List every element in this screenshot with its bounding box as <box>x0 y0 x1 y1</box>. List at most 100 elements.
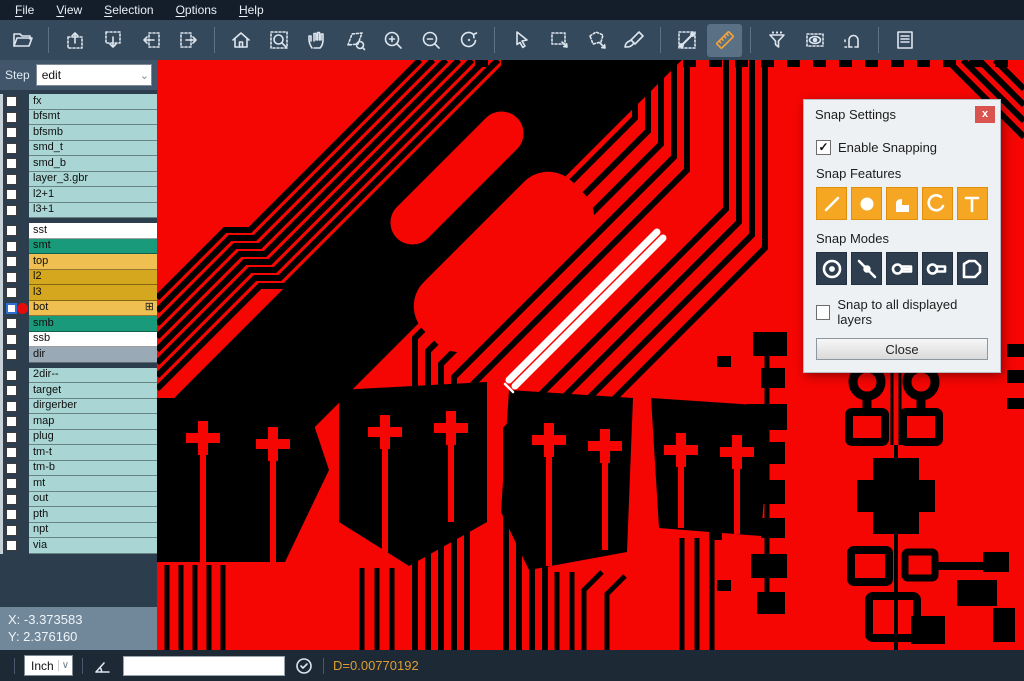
layer-checkbox-l2[interactable] <box>6 272 17 283</box>
layer-item-plug[interactable]: plug <box>29 430 157 446</box>
shift-down-button[interactable] <box>95 24 130 57</box>
layer-item-l3[interactable]: l3 <box>29 285 157 301</box>
layer-item-smd_t[interactable]: smd_t <box>29 141 157 157</box>
zoom-polygon-button[interactable] <box>337 24 372 57</box>
layer-item-mt[interactable]: mt <box>29 476 157 492</box>
menu-file[interactable]: File <box>4 1 45 19</box>
snap-feature-surface-button[interactable] <box>886 187 917 220</box>
layer-item-smb[interactable]: smb <box>29 316 157 332</box>
shift-left-button[interactable] <box>133 24 168 57</box>
layer-checkbox-layer_3.gbr[interactable] <box>6 174 17 185</box>
measure-ruler-button[interactable] <box>707 24 742 57</box>
enable-snapping-checkbox[interactable]: ✓ <box>816 140 831 155</box>
layer-checkbox-tm-t[interactable] <box>6 447 17 458</box>
dialog-close-button[interactable]: Close <box>816 338 988 360</box>
layer-checkbox-mt[interactable] <box>6 478 17 489</box>
layer-item-via[interactable]: via <box>29 538 157 554</box>
select-polygon-button[interactable] <box>579 24 614 57</box>
layer-item-npt[interactable]: npt <box>29 523 157 539</box>
dialog-close-icon[interactable]: x <box>975 106 995 123</box>
layer-item-dirgerber[interactable]: dirgerber <box>29 399 157 415</box>
layer-checkbox-bot[interactable] <box>6 303 17 314</box>
filter-button[interactable] <box>759 24 794 57</box>
layer-checkbox-map[interactable] <box>6 416 17 427</box>
layer-checkbox-dirgerber[interactable] <box>6 401 17 412</box>
layer-checkbox-smt[interactable] <box>6 241 17 252</box>
layer-checkbox-l3+1[interactable] <box>6 205 17 216</box>
layer-item-dir[interactable]: dir <box>29 347 157 363</box>
unit-select[interactable]: Inch ∨ <box>24 655 73 676</box>
layer-checkbox-target[interactable] <box>6 385 17 396</box>
pan-hand-button[interactable] <box>299 24 334 57</box>
select-rectangle-button[interactable] <box>541 24 576 57</box>
layer-item-smd_b[interactable]: smd_b <box>29 156 157 172</box>
layer-checkbox-bfsmt[interactable] <box>6 112 17 123</box>
snap-feature-text-button[interactable] <box>957 187 988 220</box>
layer-checkbox-fx[interactable] <box>6 96 17 107</box>
layer-checkbox-via[interactable] <box>6 540 17 551</box>
layer-checkbox-smd_t[interactable] <box>6 143 17 154</box>
snap-feature-pad-button[interactable] <box>851 187 882 220</box>
brush-select-button[interactable] <box>617 24 652 57</box>
layer-checkbox-2dir--[interactable] <box>6 370 17 381</box>
layer-checkbox-l3[interactable] <box>6 287 17 298</box>
layer-item-l2[interactable]: l2 <box>29 270 157 286</box>
snap-feature-arc-button[interactable] <box>922 187 953 220</box>
layer-item-target[interactable]: target <box>29 383 157 399</box>
layer-item-tm-b[interactable]: tm-b <box>29 461 157 477</box>
layer-item-bfsmb[interactable]: bfsmb <box>29 125 157 141</box>
snap-mode-slot-end-button[interactable] <box>922 252 953 285</box>
layer-checkbox-ssb[interactable] <box>6 334 17 345</box>
layer-item-bfsmt[interactable]: bfsmt <box>29 110 157 126</box>
select-cursor-button[interactable] <box>503 24 538 57</box>
layer-item-smt[interactable]: smt <box>29 239 157 255</box>
menu-help[interactable]: Help <box>228 1 275 19</box>
snap-mode-slot-start-button[interactable] <box>886 252 917 285</box>
zoom-window-button[interactable] <box>261 24 296 57</box>
step-select[interactable]: edit ⌄ <box>36 64 152 86</box>
layer-item-fx[interactable]: fx <box>29 94 157 110</box>
layer-item-layer_3.gbr[interactable]: layer_3.gbr <box>29 172 157 188</box>
menu-view[interactable]: View <box>45 1 93 19</box>
menu-options[interactable]: Options <box>165 1 228 19</box>
snap-mode-center-button[interactable] <box>816 252 847 285</box>
snap-mode-contour-button[interactable] <box>957 252 988 285</box>
zoom-in-button[interactable] <box>375 24 410 57</box>
layer-checkbox-smd_b[interactable] <box>6 158 17 169</box>
layer-form-button[interactable] <box>887 24 922 57</box>
layer-item-l2+1[interactable]: l2+1 <box>29 187 157 203</box>
shift-up-button[interactable] <box>57 24 92 57</box>
layer-checkbox-out[interactable] <box>6 494 17 505</box>
layer-item-bot[interactable]: bot⊞ <box>29 301 157 317</box>
open-file-button[interactable] <box>5 24 40 57</box>
enable-snapping-row[interactable]: ✓ Enable Snapping <box>816 140 988 155</box>
dialog-title-bar[interactable]: Snap Settings x <box>804 100 1000 128</box>
zoom-out-button[interactable] <box>413 24 448 57</box>
layer-item-ssb[interactable]: ssb <box>29 332 157 348</box>
snap-feature-line-button[interactable] <box>816 187 847 220</box>
snap-button[interactable] <box>835 24 870 57</box>
layer-item-sst[interactable]: sst <box>29 223 157 239</box>
layer-checkbox-pth[interactable] <box>6 509 17 520</box>
layer-item-map[interactable]: map <box>29 414 157 430</box>
snap-all-layers-row[interactable]: Snap to all displayed layers <box>816 297 988 327</box>
view-options-button[interactable] <box>797 24 832 57</box>
layer-checkbox-top[interactable] <box>6 256 17 267</box>
menu-selection[interactable]: Selection <box>93 1 164 19</box>
measure-input[interactable] <box>123 656 285 676</box>
shift-right-button[interactable] <box>171 24 206 57</box>
measure-point-button[interactable] <box>669 24 704 57</box>
layer-checkbox-sst[interactable] <box>6 225 17 236</box>
layer-checkbox-bfsmb[interactable] <box>6 127 17 138</box>
layer-checkbox-smb[interactable] <box>6 318 17 329</box>
layer-checkbox-dir[interactable] <box>6 349 17 360</box>
apply-check-icon[interactable] <box>294 656 314 676</box>
layer-item-l3+1[interactable]: l3+1 <box>29 203 157 219</box>
layer-item-top[interactable]: top <box>29 254 157 270</box>
grid-icon[interactable]: ⊞ <box>145 302 154 313</box>
layer-checkbox-plug[interactable] <box>6 432 17 443</box>
layer-item-tm-t[interactable]: tm-t <box>29 445 157 461</box>
zoom-previous-button[interactable] <box>451 24 486 57</box>
layer-checkbox-npt[interactable] <box>6 525 17 536</box>
layer-item-2dir--[interactable]: 2dir-- <box>29 368 157 384</box>
